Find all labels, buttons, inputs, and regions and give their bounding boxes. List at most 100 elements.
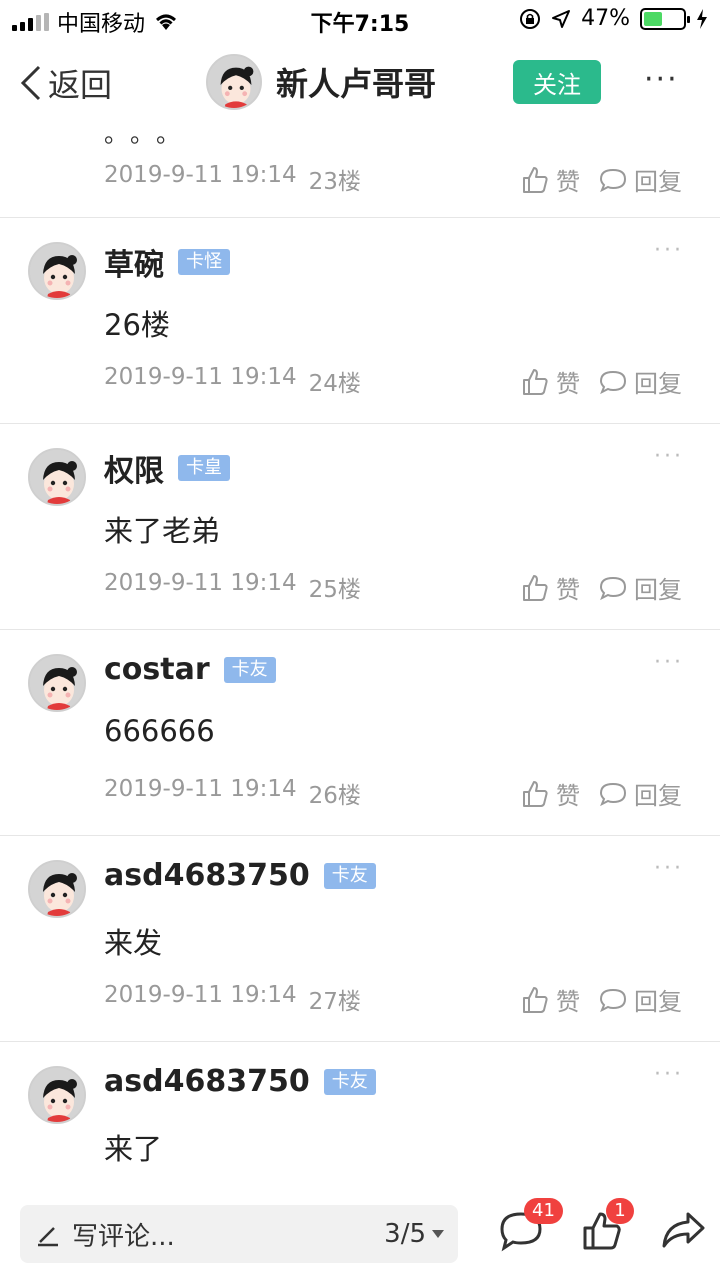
like-button[interactable]: 赞 [520,364,580,399]
thumbs-up-icon [523,166,548,193]
user-level-badge: 卡友 [223,656,276,683]
comment-meta: 2019-9-11 19:14 26楼 [104,776,361,810]
page-title: 新人卢哥哥 [276,65,437,103]
like-button[interactable]: 赞 [520,570,580,605]
comment-meta: 2019-9-11 19:14 24楼 [104,364,361,398]
comment-more-button[interactable]: ··· [654,238,684,263]
comment-header: asd4683750 卡友 [104,1064,376,1099]
compose-placeholder: 写评论... [72,1221,175,1252]
compose-comment-input[interactable]: 写评论... 3/5 [20,1205,458,1263]
girl-avatar-icon [30,656,84,710]
comment-floor: 27楼 [308,989,361,1015]
comment-text: 26楼 [104,308,170,342]
avatar[interactable] [28,654,86,712]
comment-meta: 2019-9-11 19:14 23楼 [104,162,361,196]
thumbs-up-icon [523,574,548,601]
location-icon [552,9,571,28]
comment-floor: 26楼 [308,783,361,809]
comments-button[interactable]: 41 [498,1198,563,1256]
comment-date: 2019-9-11 19:14 [104,162,297,188]
girl-avatar-icon [208,56,260,108]
reply-button[interactable]: 回复 [598,364,682,399]
reply-label: 回复 [634,988,682,1016]
avatar[interactable] [28,860,86,918]
comment-item: 。。。 2019-9-11 19:14 23楼 赞 回复 [0,110,720,218]
reply-button[interactable]: 回复 [598,776,682,811]
comment-bubble-icon [599,168,627,192]
like-count-badge: 1 [606,1198,634,1224]
comment-header: 草碗 卡怪 [104,240,230,284]
page-indicator[interactable]: 3/5 [384,1219,444,1249]
comment-actions: 赞 回复 [520,982,682,1017]
orientation-lock-icon [520,8,541,29]
reply-label: 回复 [634,576,682,604]
avatar[interactable] [28,242,86,300]
avatar[interactable] [206,54,262,110]
bottom-bar: 写评论... 3/5 41 1 [0,1190,720,1280]
user-level-badge: 卡友 [323,1068,376,1095]
user-level-badge: 卡皇 [178,455,230,481]
avatar[interactable] [28,1066,86,1124]
comment-bubble-icon [599,782,627,806]
back-label: 返回 [48,66,113,104]
nav-user[interactable]: 新人卢哥哥 [206,54,436,110]
thumbs-up-icon [523,986,548,1013]
like-label: 赞 [556,988,580,1016]
battery-percent: 47% [581,6,630,31]
share-button[interactable] [660,1210,706,1254]
comment-header: 权限 卡皇 [104,446,230,490]
like-button[interactable]: 赞 [520,982,580,1017]
user-level-badge: 卡怪 [178,249,230,275]
comment-more-button[interactable]: ··· [654,1062,684,1087]
comment-username[interactable]: asd4683750 [104,1064,310,1099]
comment-date: 2019-9-11 19:14 [104,982,297,1008]
girl-avatar-icon [30,450,84,504]
comment-bubble-icon [599,370,627,394]
comment-header: asd4683750 卡友 [104,858,376,893]
follow-button[interactable]: 关注 [513,60,601,104]
back-button[interactable]: 返回 [20,60,112,106]
like-label: 赞 [556,168,580,196]
girl-avatar-icon [30,862,84,916]
comment-date: 2019-9-11 19:14 [104,776,297,802]
comment-meta: 2019-9-11 19:14 27楼 [104,982,361,1016]
comment-username[interactable]: costar [104,652,210,687]
like-post-button[interactable]: 1 [580,1198,634,1256]
comment-date: 2019-9-11 19:14 [104,364,297,390]
like-button[interactable]: 赞 [520,776,580,811]
reply-label: 回复 [634,782,682,810]
comment-count-badge: 41 [524,1198,563,1224]
chevron-left-icon [20,65,41,101]
avatar[interactable] [28,448,86,506]
comment-text: 。。。 [104,120,194,148]
comment-username[interactable]: 权限 [104,446,164,490]
reply-button[interactable]: 回复 [598,162,682,197]
reply-button[interactable]: 回复 [598,982,682,1017]
comment-floor: 25楼 [308,577,361,603]
comment-header: costar 卡友 [104,652,276,687]
comment-text: 来发 [104,926,163,960]
comment-actions: 赞 回复 [520,364,682,399]
thumbs-up-icon [523,368,548,395]
pencil-icon [38,1227,58,1247]
girl-avatar-icon [30,244,84,298]
comment-username[interactable]: 草碗 [104,240,164,284]
status-right: 47% [519,6,708,31]
comment-more-button[interactable]: ··· [654,444,684,469]
comment-actions: 赞 回复 [520,776,682,811]
comment-username[interactable]: asd4683750 [104,858,310,893]
more-menu-button[interactable]: ··· [644,65,679,95]
like-button[interactable]: 赞 [520,162,580,197]
reply-button[interactable]: 回复 [598,570,682,605]
reply-label: 回复 [634,168,682,196]
comment-text: 来了老弟 [104,514,221,548]
comment-meta: 2019-9-11 19:14 25楼 [104,570,361,604]
comment-floor: 23楼 [308,169,361,195]
comment-floor: 24楼 [308,371,361,397]
comment-actions: 赞 回复 [520,570,682,605]
comment-more-button[interactable]: ··· [654,650,684,675]
user-level-badge: 卡友 [323,862,376,889]
comment-more-button[interactable]: ··· [654,856,684,881]
comment-item: 草碗 卡怪 ··· 26楼 2019-9-11 19:14 24楼 赞 回复 [0,218,720,424]
like-label: 赞 [556,576,580,604]
